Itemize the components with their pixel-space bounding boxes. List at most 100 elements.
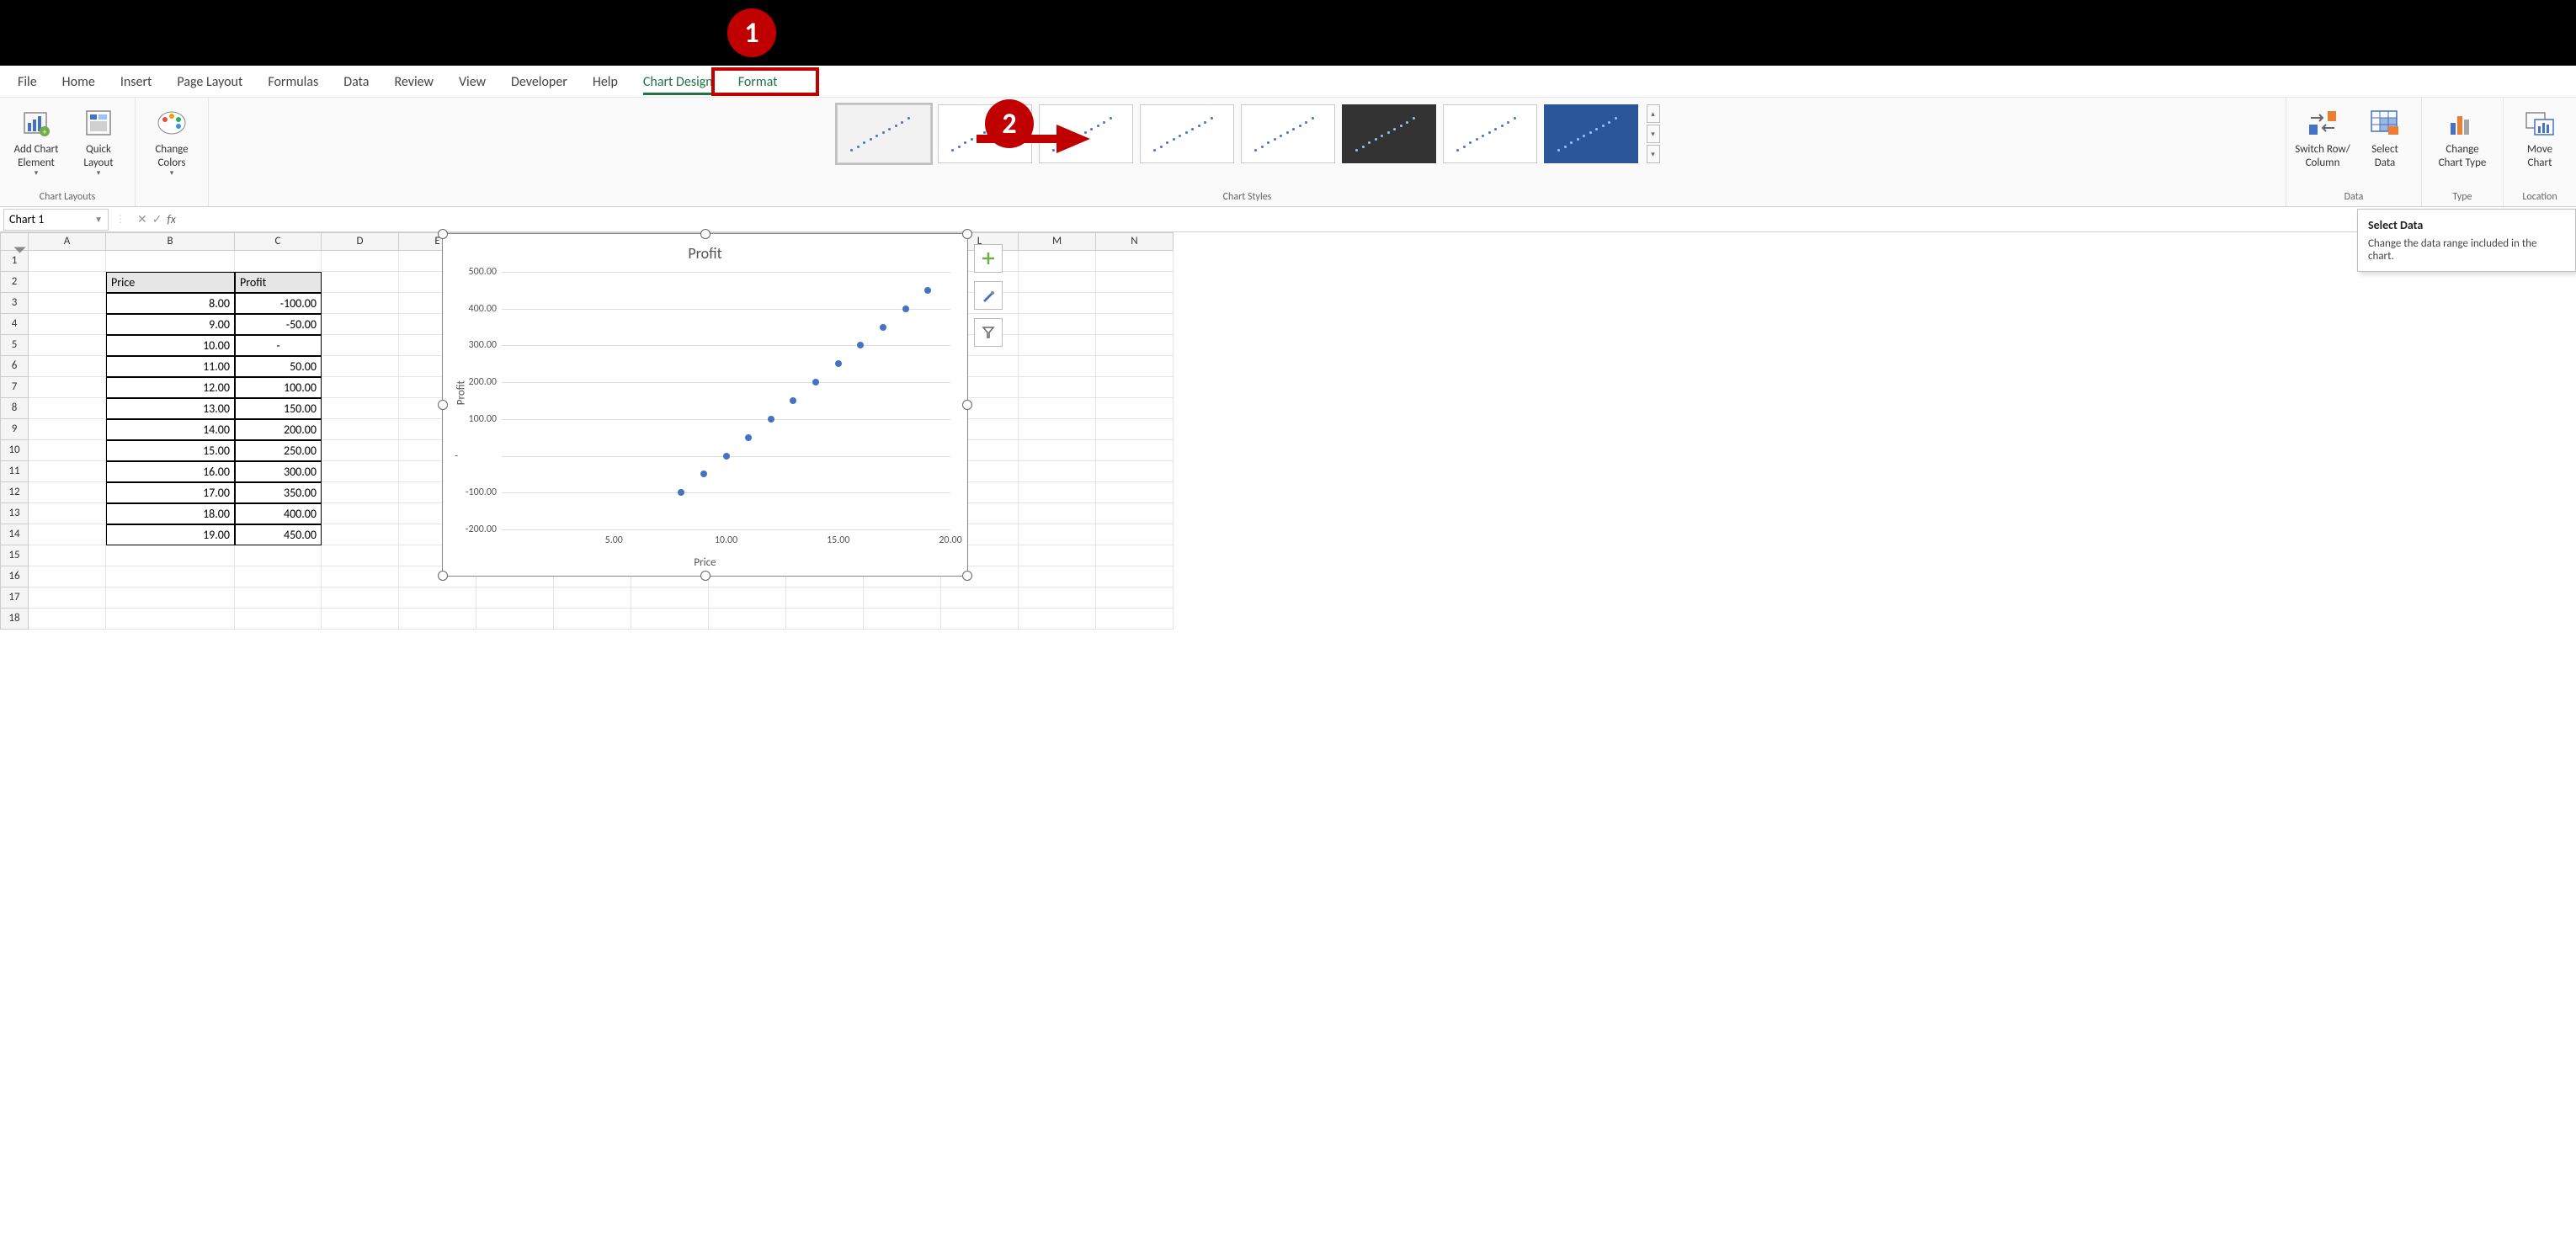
- cell[interactable]: [1019, 251, 1096, 272]
- cell[interactable]: -100.00: [235, 293, 322, 314]
- move-chart-button[interactable]: Move Chart: [2510, 101, 2569, 173]
- col-header[interactable]: D: [322, 232, 399, 251]
- row-header[interactable]: 14: [0, 524, 29, 545]
- tab-file[interactable]: File: [5, 69, 50, 97]
- row-header[interactable]: 15: [0, 545, 29, 566]
- resize-handle[interactable]: [700, 571, 711, 581]
- cell[interactable]: [1019, 482, 1096, 503]
- row-header[interactable]: 18: [0, 609, 29, 630]
- cell[interactable]: [322, 335, 399, 356]
- chart-style-5[interactable]: [1241, 104, 1335, 163]
- cell[interactable]: [29, 609, 106, 630]
- cell[interactable]: [29, 293, 106, 314]
- cell[interactable]: [399, 587, 476, 609]
- cell[interactable]: [322, 503, 399, 524]
- resize-handle[interactable]: [962, 400, 972, 410]
- cell[interactable]: 450.00: [235, 524, 322, 545]
- cell[interactable]: [1019, 335, 1096, 356]
- cell[interactable]: [322, 356, 399, 377]
- cell[interactable]: [322, 377, 399, 398]
- cell[interactable]: [786, 609, 864, 630]
- cell[interactable]: [1096, 272, 1174, 293]
- cell[interactable]: [106, 587, 235, 609]
- resize-handle[interactable]: [438, 571, 448, 581]
- cell[interactable]: [476, 609, 554, 630]
- cell[interactable]: [322, 398, 399, 419]
- row-header[interactable]: 16: [0, 566, 29, 587]
- data-point[interactable]: [880, 324, 886, 331]
- fx-icon[interactable]: fx: [167, 212, 175, 226]
- cell[interactable]: 10.00: [106, 335, 235, 356]
- cell[interactable]: 150.00: [235, 398, 322, 419]
- chart-filters-button[interactable]: [974, 318, 1003, 347]
- tab-insert[interactable]: Insert: [108, 69, 165, 97]
- cell[interactable]: [29, 566, 106, 587]
- cell[interactable]: [322, 419, 399, 440]
- cell[interactable]: [1019, 609, 1096, 630]
- cell[interactable]: -50.00: [235, 314, 322, 335]
- tab-page-layout[interactable]: Page Layout: [164, 69, 255, 97]
- row-header[interactable]: 3: [0, 293, 29, 314]
- cell[interactable]: [29, 419, 106, 440]
- cell[interactable]: [1096, 377, 1174, 398]
- cell[interactable]: [1019, 587, 1096, 609]
- change-chart-type-button[interactable]: Change Chart Type: [2429, 101, 2496, 173]
- cell[interactable]: 11.00: [106, 356, 235, 377]
- cell[interactable]: [1096, 566, 1174, 587]
- resize-handle[interactable]: [700, 229, 711, 239]
- cell[interactable]: [29, 398, 106, 419]
- data-point[interactable]: [812, 379, 819, 385]
- cell[interactable]: [1096, 335, 1174, 356]
- row-header[interactable]: 7: [0, 377, 29, 398]
- formula-input[interactable]: [184, 209, 2576, 231]
- cell[interactable]: 250.00: [235, 440, 322, 461]
- cell[interactable]: [1019, 272, 1096, 293]
- cell[interactable]: 300.00: [235, 461, 322, 482]
- cell[interactable]: [322, 293, 399, 314]
- resize-handle[interactable]: [438, 400, 448, 410]
- cell[interactable]: [1019, 503, 1096, 524]
- chart-style-4[interactable]: [1140, 104, 1234, 163]
- cell[interactable]: [476, 587, 554, 609]
- cell[interactable]: 15.00: [106, 440, 235, 461]
- cell[interactable]: [709, 609, 786, 630]
- cell[interactable]: [322, 440, 399, 461]
- col-header[interactable]: N: [1096, 232, 1174, 251]
- cell[interactable]: [1096, 251, 1174, 272]
- cell[interactable]: [1096, 587, 1174, 609]
- cell[interactable]: [322, 545, 399, 566]
- cell[interactable]: [29, 461, 106, 482]
- cell[interactable]: 17.00: [106, 482, 235, 503]
- cell[interactable]: -: [235, 335, 322, 356]
- data-point[interactable]: [700, 471, 707, 477]
- cell[interactable]: [1019, 461, 1096, 482]
- cell[interactable]: [29, 377, 106, 398]
- cell[interactable]: [322, 272, 399, 293]
- cell[interactable]: [322, 461, 399, 482]
- cell[interactable]: [864, 587, 941, 609]
- col-header[interactable]: M: [1019, 232, 1096, 251]
- cell[interactable]: [29, 587, 106, 609]
- name-box[interactable]: Chart 1 ▼: [3, 209, 109, 231]
- col-header[interactable]: B: [106, 232, 235, 251]
- cell[interactable]: [1019, 440, 1096, 461]
- row-header[interactable]: 13: [0, 503, 29, 524]
- cell[interactable]: [709, 587, 786, 609]
- cell[interactable]: 50.00: [235, 356, 322, 377]
- data-point[interactable]: [723, 453, 730, 460]
- data-point[interactable]: [857, 342, 864, 348]
- cell[interactable]: [322, 609, 399, 630]
- cell[interactable]: [106, 251, 235, 272]
- cell[interactable]: [29, 524, 106, 545]
- cell[interactable]: 14.00: [106, 419, 235, 440]
- resize-handle[interactable]: [438, 229, 448, 239]
- row-header[interactable]: 12: [0, 482, 29, 503]
- cell[interactable]: 18.00: [106, 503, 235, 524]
- row-header[interactable]: 9: [0, 419, 29, 440]
- data-point[interactable]: [835, 360, 842, 367]
- cell[interactable]: [1019, 419, 1096, 440]
- tab-view[interactable]: View: [446, 69, 498, 97]
- cell[interactable]: [1096, 461, 1174, 482]
- cell[interactable]: [235, 587, 322, 609]
- cell[interactable]: [1019, 377, 1096, 398]
